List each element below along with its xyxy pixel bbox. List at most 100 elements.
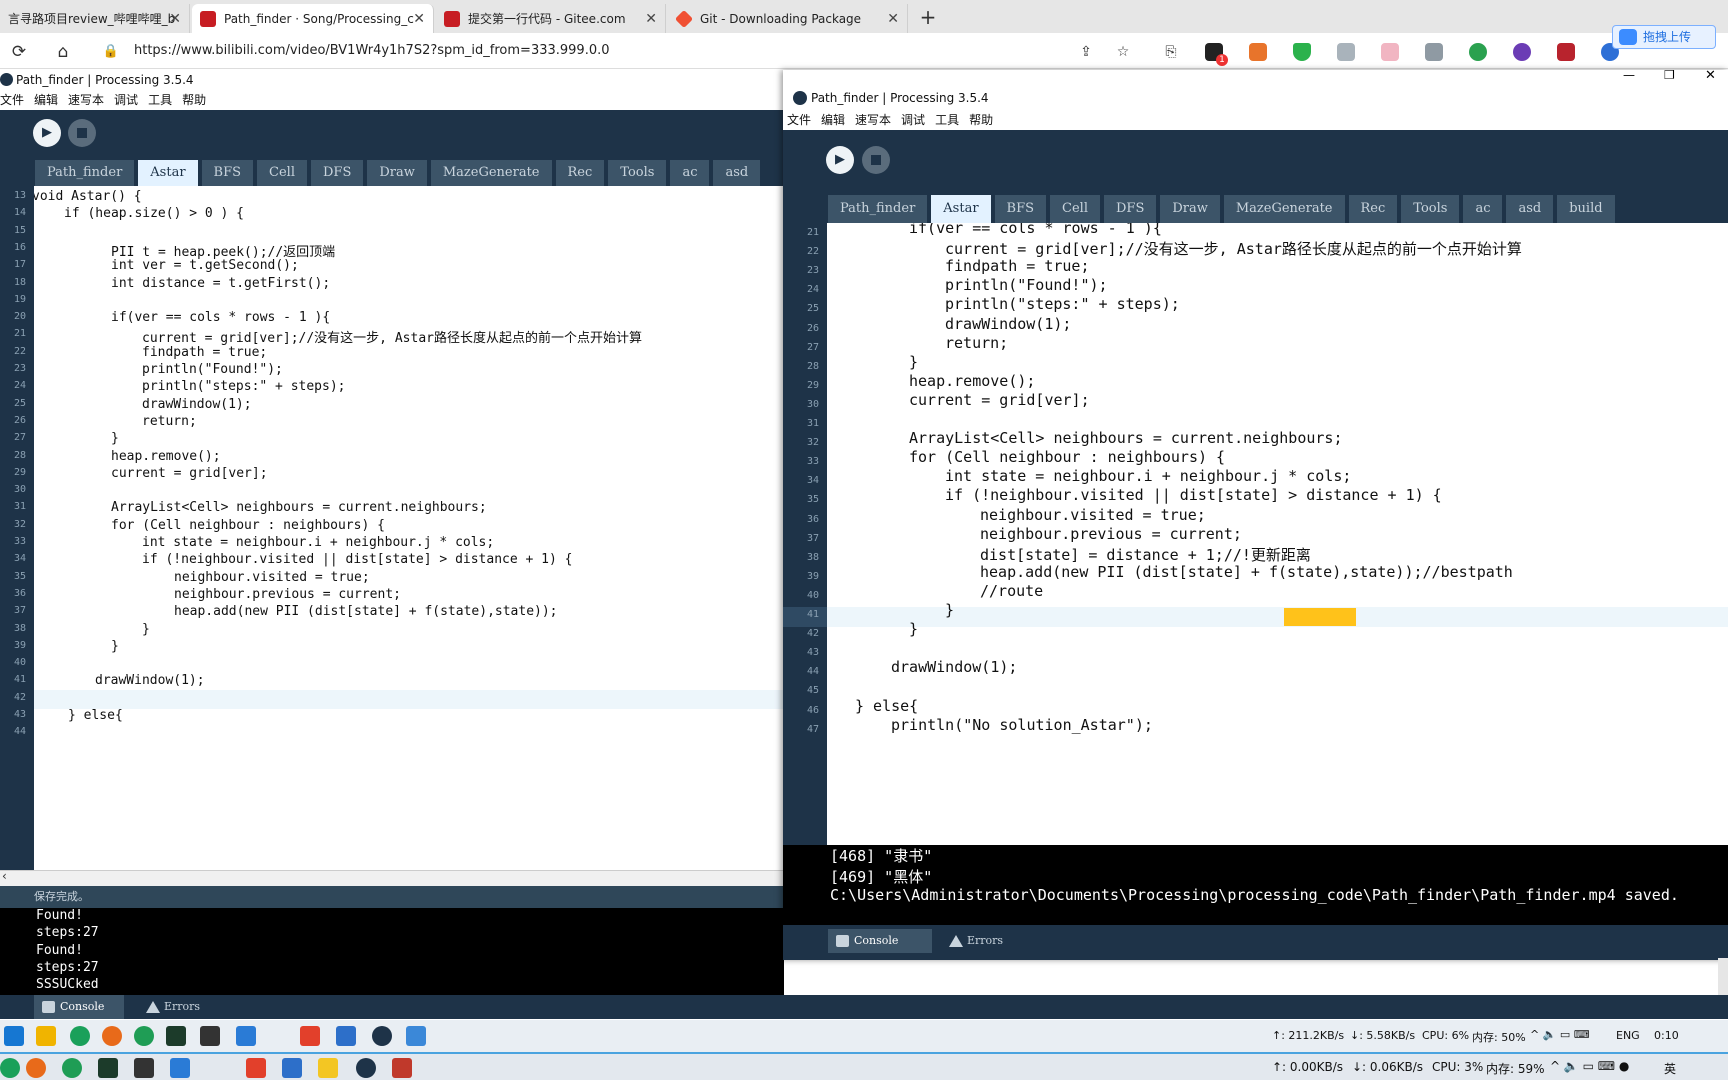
console-output[interactable]: Found!steps:27Found!steps:27SSSUCkeddist…	[0, 908, 784, 995]
menu-file[interactable]: 文件	[0, 90, 24, 110]
errors-tab[interactable]: Errors	[138, 995, 228, 1019]
menu-sketch[interactable]: 速写本	[68, 90, 104, 110]
stop-button[interactable]	[68, 119, 96, 147]
extension-icon[interactable]	[1381, 43, 1399, 61]
extension-icon[interactable]	[1337, 43, 1355, 61]
upload-button[interactable]: 拖拽上传	[1612, 25, 1716, 49]
app-icon[interactable]	[300, 1026, 320, 1046]
browser-tab-bilibili[interactable]: 言寻路项目review_哔哩哔哩_b ✕	[0, 4, 190, 33]
app-icon[interactable]	[246, 1058, 266, 1078]
tab-bfs[interactable]: BFS	[201, 160, 254, 186]
vscode-icon[interactable]	[170, 1058, 190, 1078]
tab-cell[interactable]: Cell	[257, 160, 307, 186]
tab-tools[interactable]: Tools	[1401, 195, 1460, 223]
input-language[interactable]: 英	[1664, 1060, 1676, 1077]
tab-asd[interactable]: asd	[713, 160, 761, 186]
minimize-icon[interactable]: —	[1623, 70, 1635, 82]
tab-dfs[interactable]: DFS	[311, 160, 364, 186]
browser-tab-gitee-commit[interactable]: 提交第一行代码 - Gitee.com ✕	[436, 4, 666, 33]
processing-icon[interactable]	[356, 1058, 376, 1078]
console-output[interactable]: [468] "隶书" [469] "黑体" C:\Users\Administrat…	[783, 845, 1728, 925]
tab-rec[interactable]: Rec	[555, 160, 605, 186]
app-icon[interactable]	[62, 1058, 82, 1078]
menu-help[interactable]: 帮助	[182, 90, 206, 110]
code-editor[interactable]: void Astar() {if (heap.size() > 0 ) {PII…	[34, 186, 784, 870]
app-icon[interactable]	[0, 1058, 20, 1078]
extension-icon[interactable]	[1557, 43, 1575, 61]
tab-astar[interactable]: Astar	[931, 195, 991, 223]
tab-rec[interactable]: Rec	[1348, 195, 1398, 223]
menu-edit[interactable]: 编辑	[34, 90, 58, 110]
tab-tools[interactable]: Tools	[608, 160, 667, 186]
vscode-icon[interactable]	[236, 1026, 256, 1046]
terminal-icon[interactable]	[134, 1058, 154, 1078]
tab-dfs[interactable]: DFS	[1104, 195, 1157, 223]
search-icon[interactable]	[26, 1058, 46, 1078]
tab-maze-generate[interactable]: MazeGenerate	[430, 160, 552, 186]
run-button[interactable]: ▶	[826, 146, 854, 174]
share-icon[interactable]: ⇪	[1075, 41, 1097, 63]
close-icon[interactable]: ✕	[169, 11, 181, 27]
stop-button[interactable]	[862, 146, 890, 174]
extension-icon[interactable]	[1249, 43, 1267, 61]
console-tab[interactable]: Console	[828, 929, 932, 953]
tab-ac[interactable]: ac	[670, 160, 710, 186]
tab-asd[interactable]: asd	[1506, 195, 1554, 223]
home-icon[interactable]: ⌂	[52, 41, 74, 63]
image-icon[interactable]	[1425, 43, 1443, 61]
processing-icon[interactable]	[372, 1026, 392, 1046]
tab-astar[interactable]: Astar	[138, 160, 198, 186]
close-icon[interactable]: ✕	[645, 11, 657, 27]
console-tab[interactable]: Console	[34, 995, 124, 1019]
browser-tab-git-download[interactable]: Git - Downloading Package ✕	[668, 4, 908, 33]
scroll-left-icon[interactable]: ‹	[2, 869, 7, 883]
app-icon[interactable]	[392, 1058, 412, 1078]
tab-draw[interactable]: Draw	[1160, 195, 1220, 223]
horizontal-scrollbar[interactable]: ‹	[0, 869, 784, 886]
pdf-icon[interactable]	[1513, 43, 1531, 61]
vertical-scrollbar[interactable]	[1718, 958, 1728, 995]
maximize-icon[interactable]: ❐	[1664, 70, 1675, 82]
tray-icons[interactable]: ^ 🔈 ▭ ⌨ ●	[1550, 1059, 1629, 1073]
app-icon[interactable]	[318, 1058, 338, 1078]
tray-icons[interactable]: ^ 🔈 ▭ ⌨	[1530, 1028, 1590, 1041]
url-field[interactable]: https://www.bilibili.com/video/BV1Wr4y1h…	[134, 39, 610, 63]
refresh-icon[interactable]: ⟳	[8, 41, 30, 63]
errors-tab[interactable]: Errors	[941, 929, 1041, 953]
menu-tools[interactable]: 工具	[148, 90, 172, 110]
menu-debug[interactable]: 调试	[901, 110, 925, 130]
tab-ac[interactable]: ac	[1463, 195, 1503, 223]
input-language[interactable]: ENG	[1616, 1029, 1640, 1042]
windows-start-icon[interactable]	[4, 1026, 24, 1046]
browser-tab-gitee-song[interactable]: Path_finder · Song/Processing_c ✕	[192, 4, 434, 33]
shield-icon[interactable]	[1293, 43, 1311, 61]
close-icon[interactable]: ✕	[413, 11, 425, 27]
search-icon[interactable]	[1469, 43, 1487, 61]
close-icon[interactable]: ✕	[887, 11, 899, 27]
bookmark-icon[interactable]: ⎘	[1160, 41, 1182, 63]
tab-build[interactable]: build	[1557, 195, 1615, 223]
pycharm-icon[interactable]	[166, 1026, 186, 1046]
app-icon[interactable]	[134, 1026, 154, 1046]
app-icon[interactable]	[282, 1058, 302, 1078]
edge-icon[interactable]	[70, 1026, 90, 1046]
new-tab-button[interactable]: +	[915, 4, 941, 30]
file-explorer-icon[interactable]	[36, 1026, 56, 1046]
tab-cell[interactable]: Cell	[1050, 195, 1100, 223]
clock[interactable]: 0:10	[1654, 1029, 1679, 1042]
tab-maze-generate[interactable]: MazeGenerate	[1223, 195, 1345, 223]
tab-draw[interactable]: Draw	[367, 160, 427, 186]
menu-debug[interactable]: 调试	[114, 90, 138, 110]
tab-bfs[interactable]: BFS	[994, 195, 1047, 223]
menu-tools[interactable]: 工具	[935, 110, 959, 130]
run-button[interactable]: ▶	[33, 119, 61, 147]
favorite-icon[interactable]: ☆	[1112, 41, 1134, 63]
pycharm-icon[interactable]	[98, 1058, 118, 1078]
menu-file[interactable]: 文件	[787, 110, 811, 130]
menu-edit[interactable]: 编辑	[821, 110, 845, 130]
menu-help[interactable]: 帮助	[969, 110, 993, 130]
search-icon[interactable]	[102, 1026, 122, 1046]
lock-icon[interactable]: 🔒	[100, 41, 122, 63]
code-editor[interactable]: if(ver == cols * rows - 1 ){current = gr…	[827, 223, 1728, 870]
close-icon[interactable]: ✕	[1705, 70, 1716, 83]
